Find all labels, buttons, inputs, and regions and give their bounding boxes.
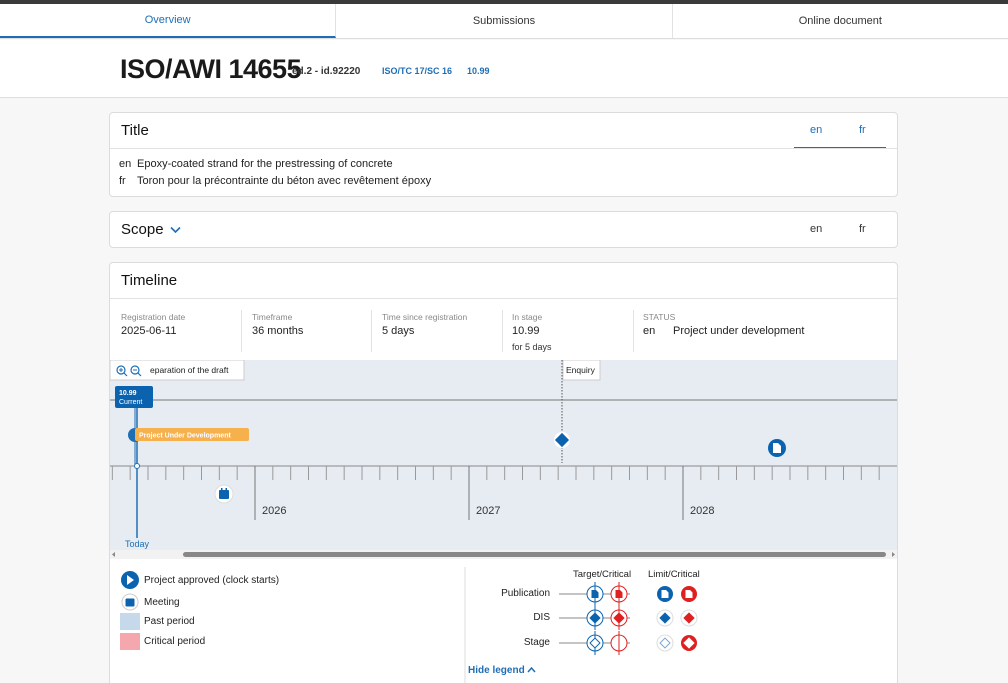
phase-draft-label: eparation of the draft — [150, 365, 229, 375]
year-label-2028: 2028 — [690, 505, 714, 517]
registration-label: Registration date — [121, 312, 186, 322]
title-fr-text: Toron pour la précontrainte du béton ave… — [137, 175, 432, 187]
title-en-text: Epoxy-coated strand for the prestressing… — [137, 158, 393, 170]
scrollbar-thumb — [183, 552, 886, 557]
today-label: Today — [125, 539, 150, 549]
divider — [633, 310, 634, 352]
legend-meeting: Meeting — [144, 597, 180, 608]
title-fr-tag: fr — [119, 175, 126, 187]
divider — [502, 310, 503, 352]
title-en-tag: en — [119, 158, 132, 170]
legend-target-critical: Target/Critical — [573, 569, 632, 580]
hide-legend-button[interactable]: Hide legend — [468, 665, 537, 676]
title-lang-en[interactable]: en — [810, 124, 822, 136]
divider — [241, 310, 242, 352]
chevron-down-icon — [169, 223, 181, 237]
scope-lang-fr[interactable]: fr — [859, 223, 866, 235]
tab-overview[interactable]: Overview — [0, 4, 337, 38]
in-stage-duration: for 5 days — [512, 342, 552, 352]
since-label: Time since registration — [382, 312, 468, 322]
legend-critical: Critical period — [144, 636, 206, 647]
title-en-line: en Epoxy-coated strand for the prestressi… — [119, 158, 393, 170]
status-label: STATUS — [643, 312, 676, 322]
timeline-card: Timeline Registration date 2025-06-11 Ti… — [109, 262, 898, 683]
past-period-swatch — [120, 613, 140, 630]
in-stage-label: In stage — [512, 312, 543, 322]
timeframe-value: 36 months — [252, 325, 304, 337]
legend-limit-critical: Limit/Critical — [648, 569, 700, 580]
axis-ticks — [111, 466, 880, 480]
stage-link[interactable]: 10.99 — [467, 66, 490, 76]
title-heading: Title — [121, 122, 149, 139]
divider — [110, 148, 897, 149]
year-label-2027: 2027 — [476, 505, 500, 517]
timeline-legend: Project approved (clock starts) Meeting … — [110, 565, 897, 683]
development-bar-label: Project Under Development — [139, 433, 231, 440]
timeline-chart[interactable]: eparation of the draft Enquiry 2026 2027… — [110, 360, 897, 559]
phase-enquiry-label: Enquiry — [566, 365, 596, 375]
legend-row-stage: Stage — [523, 637, 550, 648]
hide-legend-label: Hide legend — [468, 665, 525, 676]
scope-card[interactable]: Scope en fr — [109, 211, 898, 248]
current-code: 10.99 — [119, 390, 137, 397]
title-lang-fr[interactable]: fr — [859, 124, 866, 136]
since-value: 5 days — [382, 325, 415, 337]
year-label-2026: 2026 — [262, 505, 286, 517]
calendar-icon — [219, 490, 229, 499]
status-lang: en — [643, 325, 656, 337]
title-fr-line: fr Toron pour la précontrainte du béton a… — [119, 175, 431, 187]
critical-period-swatch — [120, 633, 140, 650]
in-stage-value: 10.99 — [512, 325, 540, 337]
status-value: Project under development — [673, 325, 805, 337]
current-label: Current — [119, 399, 142, 406]
timeline-heading: Timeline — [121, 272, 178, 289]
tab-submissions[interactable]: Submissions — [336, 4, 673, 38]
scope-heading-text: Scope — [121, 221, 164, 238]
scope-heading[interactable]: Scope — [121, 221, 181, 238]
divider — [110, 298, 897, 299]
main-tabs: Overview Submissions Online document — [0, 4, 1008, 39]
today-dot — [134, 463, 140, 469]
legend-row-dis: DIS — [533, 612, 550, 623]
edition-label: ed.2 - id.92220 — [292, 66, 361, 77]
timeline-svg: eparation of the draft Enquiry 2026 2027… — [110, 360, 897, 559]
tab-online-document[interactable]: Online document — [673, 4, 1008, 38]
page-title: ISO/AWI 14655 — [120, 54, 302, 84]
scope-lang-en[interactable]: en — [810, 223, 822, 235]
chevron-up-icon — [527, 666, 537, 673]
registration-value: 2025-06-11 — [121, 325, 177, 337]
legend-row-publication: Publication — [501, 588, 550, 599]
page-header: ISO/AWI 14655 ed.2 - id.92220 ISO/TC 17/… — [0, 40, 1008, 98]
legend-past: Past period — [144, 616, 195, 627]
title-card: Title en fr en Epoxy-coated strand for th… — [109, 112, 898, 197]
divider — [371, 310, 372, 352]
committee-link[interactable]: ISO/TC 17/SC 16 — [382, 66, 452, 76]
timeframe-label: Timeframe — [252, 312, 293, 322]
legend-approved: Project approved (clock starts) — [144, 575, 280, 586]
